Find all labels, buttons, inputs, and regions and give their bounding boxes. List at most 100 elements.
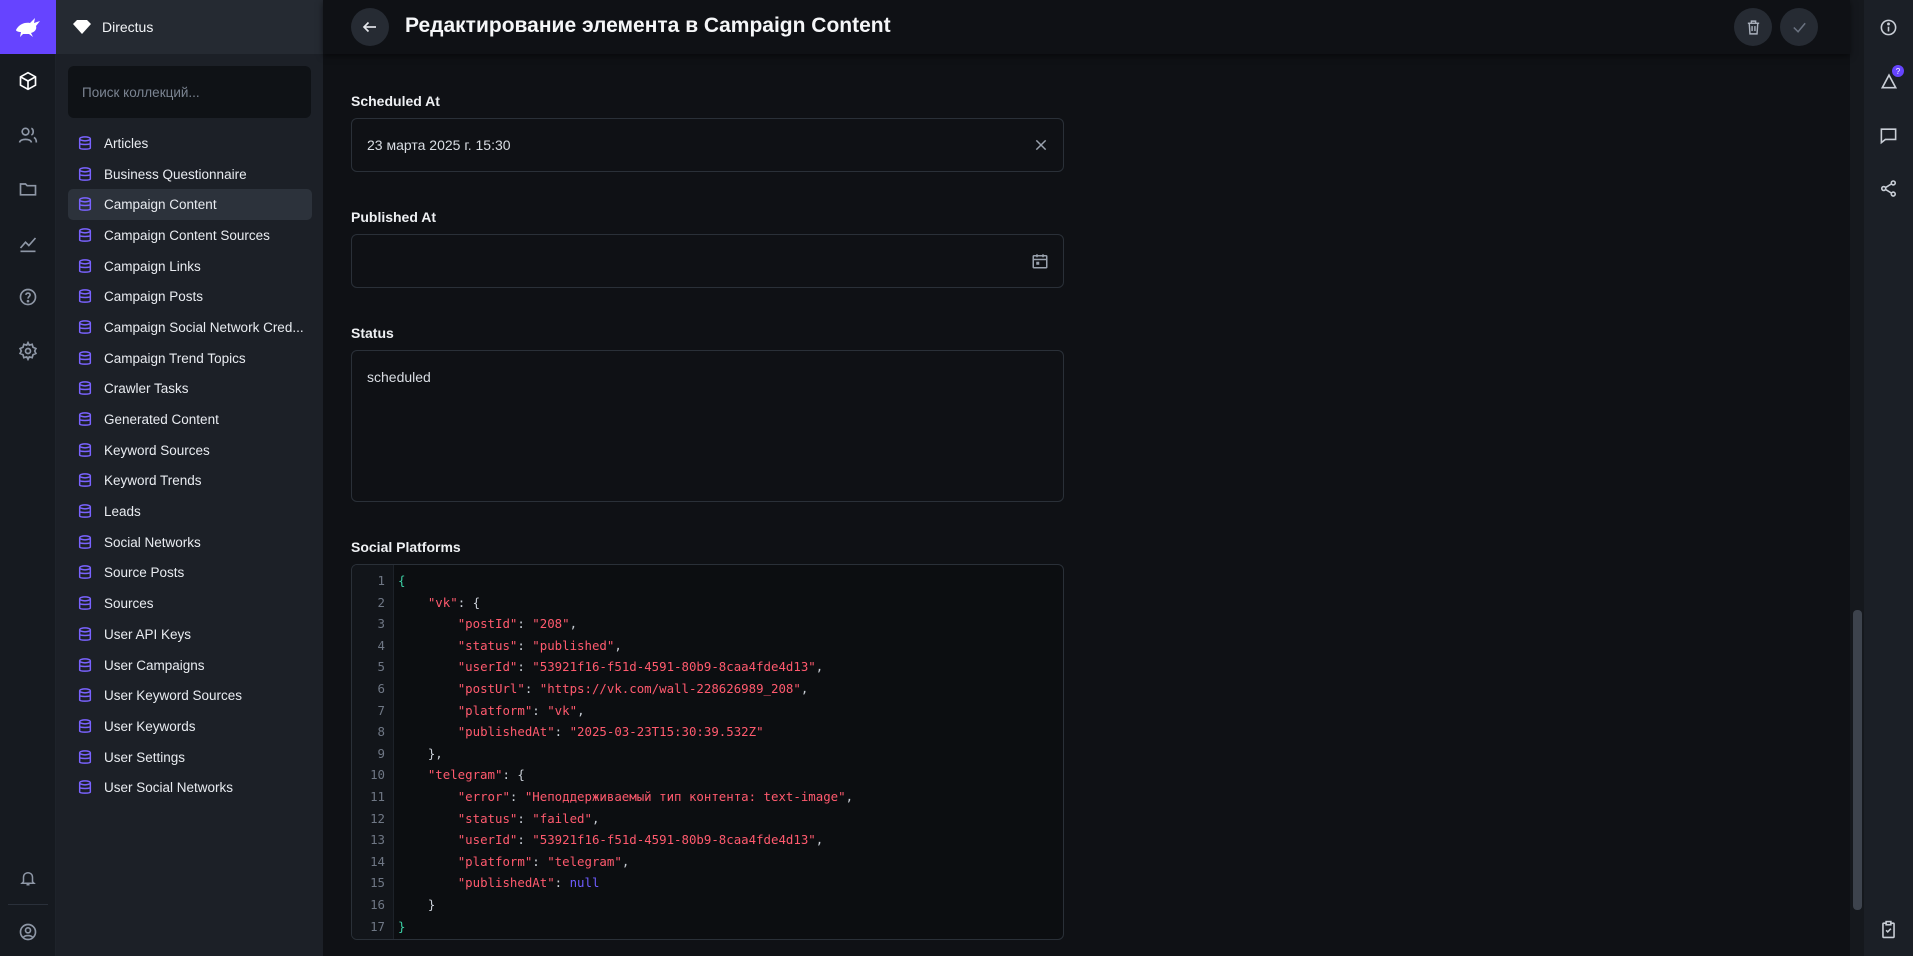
directus-logo[interactable] [0,0,56,54]
collection-item[interactable]: Social Networks [68,527,312,558]
back-button[interactable] [351,8,389,46]
collection-item[interactable]: Business Questionnaire [68,159,312,190]
calendar-icon[interactable] [1031,252,1049,270]
code-token: "publishedAt" [457,875,555,891]
database-icon [76,533,94,551]
code-token: } [398,897,436,912]
app-root: Directus Поиск коллекций... Articles Busi… [0,0,1913,956]
code-token: "published" [532,637,615,653]
code-token: "telegram" [427,767,503,783]
collection-item[interactable]: Generated Content [68,404,312,435]
collection-item[interactable]: User Keyword Sources [68,680,312,711]
status-textarea[interactable]: scheduled [351,350,1064,502]
database-icon [76,503,94,521]
database-icon [76,196,94,214]
line-number: 9 [377,745,385,761]
collection-list: Articles Business Questionnaire Campaign C… [68,128,312,803]
collection-item[interactable]: Campaign Content Sources [68,220,312,251]
code-line: "telegram": { [398,767,525,782]
code-token: "publishedAt" [457,724,555,740]
collection-item[interactable]: Campaign Content [68,189,312,221]
database-icon [76,441,94,459]
collection-item[interactable]: Keyword Sources [68,435,312,466]
comments-icon[interactable] [1864,115,1913,155]
collection-item[interactable]: Articles [68,128,312,159]
collection-item[interactable]: Keyword Trends [68,466,312,497]
revisions-badge: ? [1892,65,1904,77]
collection-item[interactable]: User Keywords [68,711,312,742]
collection-item[interactable]: User API Keys [68,619,312,650]
collection-item[interactable]: User Campaigns [68,650,312,681]
notifications-icon[interactable] [0,858,56,898]
files-module-icon[interactable] [0,169,56,209]
settings-icon[interactable] [0,331,56,371]
code-line: } [398,897,435,912]
scheduled-at-input[interactable]: 23 марта 2025 г. 15:30 [351,118,1064,172]
code-line: "status": "published", [398,638,622,653]
line-number-gutter: 1 2 3 4 5 6 7 8 9 10 11 12 13 14 15 16 17 [352,565,394,939]
collection-item[interactable]: Crawler Tasks [68,374,312,405]
status-value: scheduled [367,369,431,385]
collection-item[interactable]: User Settings [68,742,312,773]
published-at-input[interactable] [351,234,1064,288]
collection-item[interactable]: Source Posts [68,558,312,589]
code-token: : [524,681,540,696]
clipboard-icon[interactable] [1864,909,1913,949]
collection-label: Business Questionnaire [104,166,247,182]
collection-label: Campaign Links [104,258,201,274]
code-token: "userId" [457,659,518,675]
collection-label: Keyword Trends [104,473,202,489]
code-line: "vk": { [398,595,480,610]
code-token: "platform" [457,702,533,718]
main-scrollbar[interactable] [1850,0,1864,956]
code-token: "https://vk.com/wall-228626989_208" [539,681,801,696]
arrow-left-icon [362,21,376,33]
line-number: 6 [377,681,385,696]
collection-search-input[interactable]: Поиск коллекций... [68,66,311,118]
collection-item[interactable]: Campaign Social Network Cred... [68,312,312,343]
code-line: "publishedAt": null [398,875,600,891]
users-module-icon[interactable] [0,115,56,155]
collection-label: Campaign Content Sources [104,227,270,243]
clear-icon[interactable] [1033,137,1049,153]
scrollbar-thumb[interactable] [1853,610,1862,910]
line-number: 15 [370,875,385,891]
save-button[interactable] [1780,8,1818,46]
code-token: : [517,810,533,826]
collection-item[interactable]: Campaign Posts [68,281,312,312]
collection-item[interactable]: Sources [68,588,312,619]
database-icon [76,564,94,582]
line-number: 7 [377,702,385,718]
help-icon[interactable] [0,277,56,317]
social-platforms-code-editor[interactable]: 1 2 3 4 5 6 7 8 9 10 11 12 13 14 15 16 17 { "vk": { "pos… [351,564,1064,940]
code-token: : [532,702,548,718]
database-icon [76,656,94,674]
code-token: { [398,573,406,588]
code-line: "userId": "53921f16-f51d-4591-80b9-8caa4… [398,832,824,847]
module-divider [8,904,48,905]
content-module-icon[interactable] [0,61,56,101]
project-header[interactable]: Directus [56,0,323,54]
share-icon[interactable] [1864,168,1913,208]
code-line: "publishedAt": "2025-03-23T15:30:39.532Z… [398,724,764,739]
database-icon [76,687,94,705]
database-icon [76,595,94,613]
collection-item[interactable]: Leads [68,496,312,527]
insights-module-icon[interactable] [0,223,56,263]
database-icon [76,288,94,306]
delete-button[interactable] [1734,8,1772,46]
code-token: "postUrl" [457,681,525,696]
info-icon[interactable] [1864,7,1913,47]
revisions-icon[interactable]: ? [1864,61,1913,101]
line-number: 2 [377,594,385,610]
collection-item[interactable]: User Social Networks [68,772,312,803]
collection-label: Campaign Posts [104,289,204,305]
collection-item[interactable]: Campaign Links [68,251,312,282]
project-name: Directus [102,19,154,35]
code-line: "platform": "vk", [398,703,585,718]
user-profile-icon[interactable] [0,912,56,952]
collection-item[interactable]: Campaign Trend Topics [68,343,312,374]
